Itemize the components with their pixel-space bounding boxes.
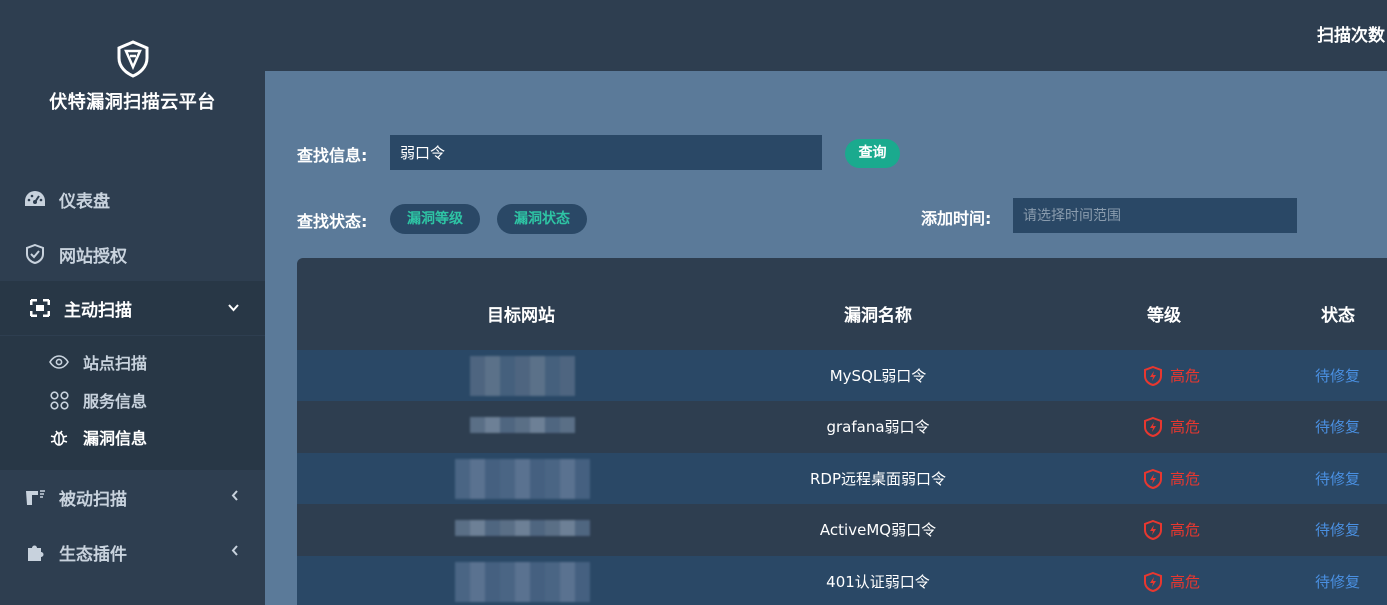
active-scan-submenu: 站点扫描 服务信息 漏洞信息 — [0, 336, 265, 470]
target-site-redacted — [455, 520, 590, 536]
vuln-name: ActiveMQ弱口令 — [819, 521, 937, 539]
shield-check-icon — [24, 243, 46, 265]
sidebar-item-plugins[interactable]: 生态插件 — [0, 525, 265, 579]
column-header-name: 漏洞名称 — [844, 306, 912, 326]
target-site-redacted — [470, 417, 575, 433]
puzzle-icon — [24, 541, 46, 563]
table-row[interactable]: 401认证弱口令 高危 待修复 — [297, 556, 1387, 605]
target-site-redacted — [455, 562, 590, 602]
sidebar: 伏特漏洞扫描云平台 仪表盘 网站授权 主动扫描 站点扫描 服务信息 漏洞信息 被… — [0, 0, 265, 605]
app-title: 伏特漏洞扫描云平台 — [49, 92, 216, 113]
sidebar-subitem-site-scan[interactable]: 站点扫描 — [0, 344, 265, 380]
level-text: 高危 — [1170, 418, 1201, 436]
top-bar: 扫描次数 — [265, 0, 1387, 71]
eye-icon — [49, 352, 69, 372]
add-time-label: 添加时间: — [921, 209, 992, 228]
table-row[interactable]: MySQL弱口令 高危 待修复 — [297, 350, 1387, 401]
sidebar-subitem-label: 服务信息 — [83, 392, 148, 411]
dashboard-icon — [24, 188, 46, 210]
status-link[interactable]: 待修复 — [1315, 556, 1360, 605]
status-link[interactable]: 待修复 — [1315, 453, 1360, 504]
table-row[interactable]: grafana弱口令 高危 待修复 — [297, 401, 1387, 452]
level-text: 高危 — [1170, 367, 1201, 385]
sidebar-item-label: 被动扫描 — [59, 489, 127, 510]
logo-shield-icon — [117, 40, 148, 78]
chevron-down-icon — [228, 301, 239, 316]
danger-shield-icon — [1144, 365, 1162, 386]
column-header-level: 等级 — [1147, 306, 1181, 326]
sidebar-item-site-auth[interactable]: 网站授权 — [0, 227, 265, 281]
sidebar-item-label: 主动扫描 — [64, 300, 132, 321]
level-badge: 高危 — [1144, 556, 1200, 605]
chevron-left-icon — [231, 544, 239, 560]
sidebar-subitem-label: 漏洞信息 — [83, 429, 148, 448]
filter-vuln-status[interactable]: 漏洞状态 — [497, 204, 587, 234]
brand: 伏特漏洞扫描云平台 — [0, 40, 265, 114]
target-site-redacted — [455, 459, 590, 499]
table-row[interactable]: ActiveMQ弱口令 高危 待修复 — [297, 504, 1387, 555]
apps-grid-icon — [49, 390, 69, 410]
filter-vuln-level[interactable]: 漏洞等级 — [390, 204, 480, 234]
sidebar-subitem-label: 站点扫描 — [83, 354, 148, 373]
vuln-name: MySQL弱口令 — [829, 367, 927, 385]
sidebar-item-active-scan[interactable]: 主动扫描 — [0, 281, 265, 335]
vuln-name: 401认证弱口令 — [826, 573, 930, 591]
level-text: 高危 — [1170, 573, 1201, 591]
column-header-status: 状态 — [1321, 306, 1355, 326]
level-badge: 高危 — [1144, 350, 1200, 401]
time-range-input[interactable] — [1013, 198, 1297, 233]
scan-count-label: 扫描次数 — [1317, 26, 1385, 46]
danger-shield-icon — [1144, 519, 1162, 540]
status-link[interactable]: 待修复 — [1315, 401, 1360, 452]
vuln-table: 目标网站 漏洞名称 等级 状态 MySQL弱口令 高危 待修复 grafana弱… — [297, 258, 1387, 605]
level-badge: 高危 — [1144, 504, 1200, 555]
status-link[interactable]: 待修复 — [1315, 504, 1360, 555]
level-badge: 高危 — [1144, 401, 1200, 452]
vuln-name: RDP远程桌面弱口令 — [809, 470, 947, 488]
bug-icon — [49, 427, 69, 447]
column-header-target: 目标网站 — [487, 306, 555, 326]
table-row[interactable]: RDP远程桌面弱口令 高危 待修复 — [297, 453, 1387, 504]
search-input[interactable] — [390, 135, 822, 170]
danger-shield-icon — [1144, 571, 1162, 592]
query-button[interactable]: 查询 — [845, 139, 900, 168]
search-status-label: 查找状态: — [297, 212, 368, 231]
danger-shield-icon — [1144, 416, 1162, 437]
sidebar-item-label: 网站授权 — [59, 246, 127, 267]
status-link[interactable]: 待修复 — [1315, 350, 1360, 401]
level-text: 高危 — [1170, 521, 1201, 539]
vuln-name: grafana弱口令 — [826, 418, 930, 436]
sidebar-item-passive-scan[interactable]: 被动扫描 — [0, 470, 265, 524]
search-info-label: 查找信息: — [297, 146, 368, 165]
sidebar-subitem-vuln-info[interactable]: 漏洞信息 — [0, 419, 265, 455]
sidebar-subitem-service-info[interactable]: 服务信息 — [0, 382, 265, 418]
sidebar-item-label: 仪表盘 — [59, 191, 110, 212]
chevron-left-icon — [231, 489, 239, 505]
danger-shield-icon — [1144, 468, 1162, 489]
passive-scan-icon — [24, 486, 46, 508]
level-text: 高危 — [1170, 470, 1201, 488]
level-badge: 高危 — [1144, 453, 1200, 504]
sidebar-item-label: 生态插件 — [59, 544, 127, 565]
sidebar-item-dashboard[interactable]: 仪表盘 — [0, 172, 265, 226]
scan-frame-icon — [29, 297, 51, 319]
